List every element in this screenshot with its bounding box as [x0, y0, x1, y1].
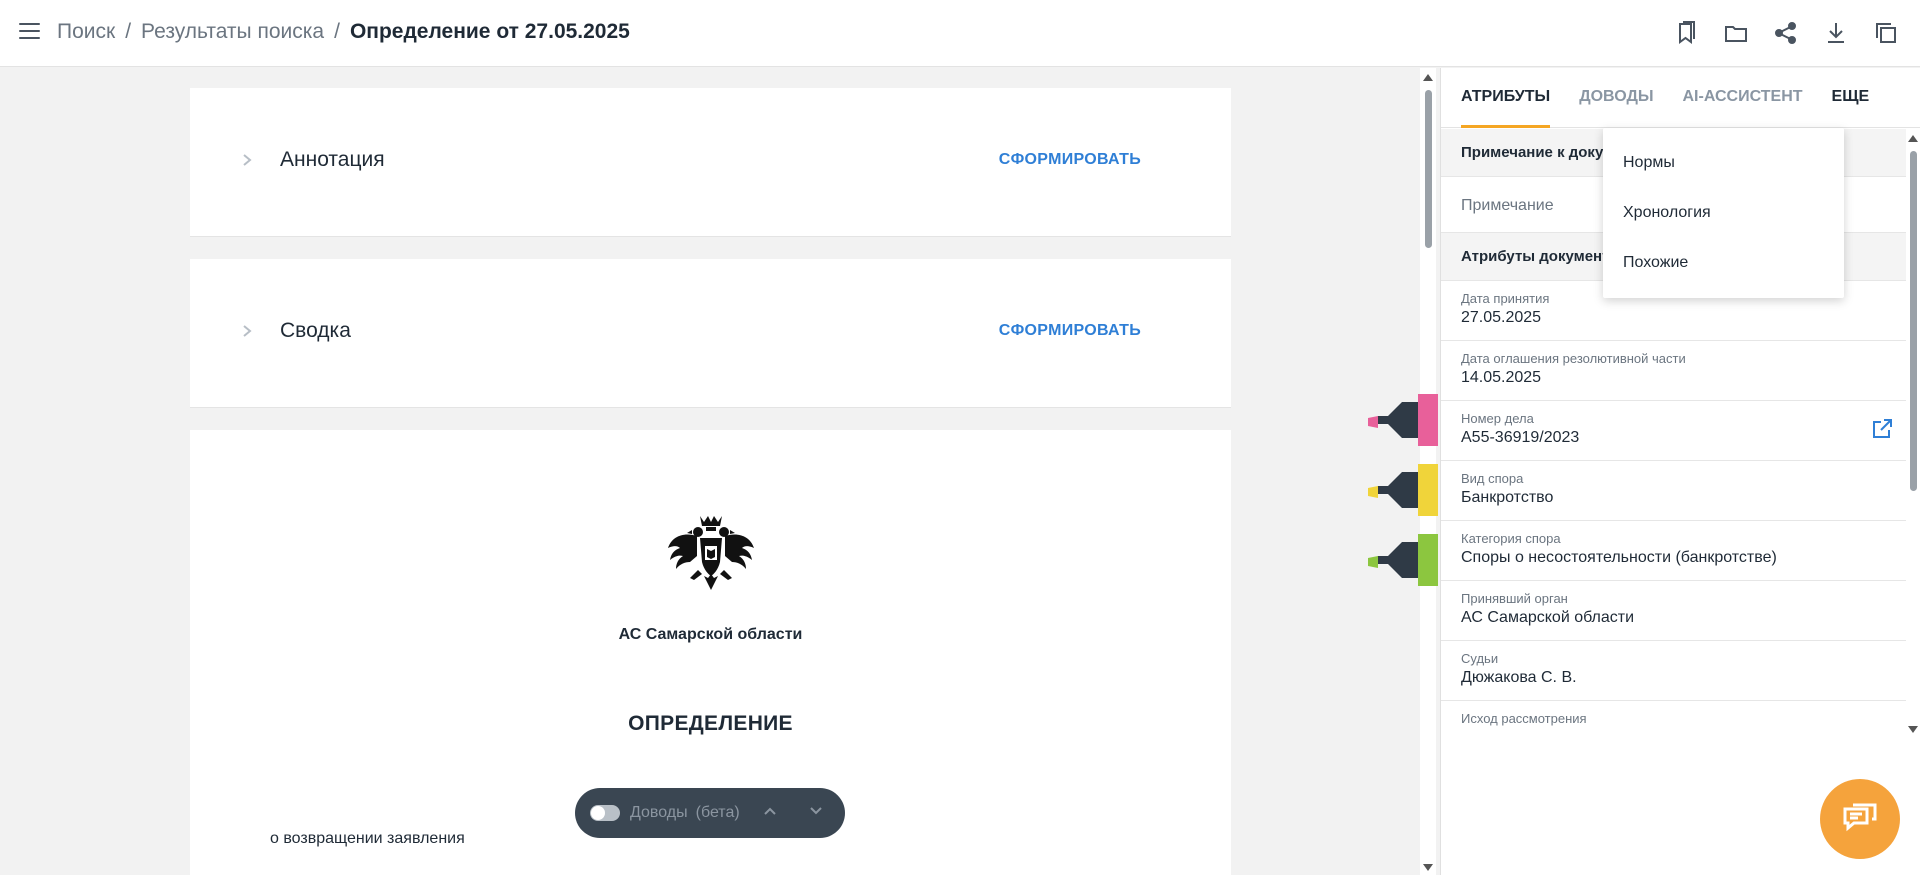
attribute-value: 14.05.2025	[1461, 369, 1542, 386]
arguments-toolbar: Доводы (бета)	[575, 788, 845, 838]
attribute-value: АС Самарской области	[1461, 609, 1635, 626]
breadcrumb-current: Определение от 27.05.2025	[349, 20, 630, 43]
generate-summary-button[interactable]: СФОРМИРОВАТЬ	[999, 322, 1141, 340]
scrollbar-thumb[interactable]	[1425, 90, 1432, 248]
menu-item-chronology[interactable]: Хронология	[1603, 190, 1844, 240]
scroll-down-arrow-icon[interactable]	[1908, 726, 1918, 733]
scroll-up-arrow-icon[interactable]	[1423, 74, 1433, 81]
breadcrumb-search[interactable]: Поиск	[57, 20, 115, 44]
attribute-row-dispute-category: Категория спора Споры о несостоятельност…	[1441, 521, 1906, 581]
attribute-label: Вид спора	[1461, 471, 1524, 486]
chevron-right-icon[interactable]	[240, 324, 254, 338]
generate-annotation-button[interactable]: СФОРМИРОВАТЬ	[999, 151, 1141, 169]
breadcrumb-separator: /	[334, 20, 340, 43]
download-icon[interactable]	[1822, 19, 1850, 47]
chevron-right-icon[interactable]	[240, 153, 254, 167]
summary-title[interactable]: Сводка	[280, 319, 999, 343]
top-bar: Поиск / Результаты поиска / Определение …	[0, 0, 1920, 67]
yellow-highlighter-icon[interactable]	[1366, 462, 1438, 518]
attribute-row-announcement-date: Дата оглашения резолютивной части 14.05.…	[1441, 341, 1906, 401]
menu-item-similar[interactable]: Похожие	[1603, 240, 1844, 290]
more-dropdown-menu: Нормы Хронология Похожие	[1603, 128, 1844, 298]
attribute-row-case-number: Номер дела А55-36919/2023	[1441, 401, 1906, 461]
copy-icon[interactable]	[1872, 19, 1900, 47]
header-actions	[1672, 19, 1900, 47]
attribute-label: Дата оглашения резолютивной части	[1461, 351, 1686, 366]
document-area: Аннотация СФОРМИРОВАТЬ Сводка СФОРМИРОВА…	[0, 68, 1420, 875]
chevron-up-icon[interactable]	[762, 803, 782, 823]
attribute-label: Исход рассмотрения	[1461, 711, 1587, 726]
court-name: АС Самарской области	[618, 626, 803, 643]
hamburger-menu-icon[interactable]	[19, 23, 40, 41]
tab-ai-assistant[interactable]: AI-АССИСТЕНТ	[1683, 68, 1803, 128]
coat-of-arms-emblem	[668, 516, 754, 590]
summary-card: Сводка СФОРМИРОВАТЬ	[190, 259, 1231, 408]
attribute-row-judges: Судьи Дюжакова С. В.	[1441, 641, 1906, 701]
tab-more[interactable]: ЕЩЕ	[1832, 68, 1870, 128]
menu-item-norms[interactable]: Нормы	[1603, 140, 1844, 190]
breadcrumb-results[interactable]: Результаты поиска	[141, 20, 324, 44]
scroll-up-arrow-icon[interactable]	[1908, 135, 1918, 142]
attribute-label: Принявший орган	[1461, 591, 1568, 606]
folder-icon[interactable]	[1722, 19, 1750, 47]
chat-button[interactable]	[1820, 779, 1900, 859]
tab-attributes[interactable]: АТРИБУТЫ	[1461, 68, 1551, 128]
panel-scrollbar[interactable]	[1905, 129, 1920, 737]
document-subject: о возвращении заявления	[270, 830, 465, 847]
attribute-row-issuing-body: Принявший орган АС Самарской области	[1441, 581, 1906, 641]
arguments-toggle[interactable]	[590, 805, 620, 821]
panel-tabs: АТРИБУТЫ ДОВОДЫ AI-АССИСТЕНТ ЕЩЕ	[1441, 68, 1920, 128]
attribute-value: Споры о несостоятельности (банкротстве)	[1461, 549, 1777, 566]
chat-icon	[1843, 803, 1877, 832]
share-icon[interactable]	[1772, 19, 1800, 47]
breadcrumb: Поиск / Результаты поиска / Определение …	[57, 20, 630, 44]
annotation-card: Аннотация СФОРМИРОВАТЬ	[190, 88, 1231, 237]
annotation-title[interactable]: Аннотация	[280, 148, 999, 172]
pink-highlighter-icon[interactable]	[1366, 392, 1438, 448]
attribute-value: 27.05.2025	[1461, 309, 1542, 326]
arguments-label: Доводы	[630, 804, 688, 821]
external-link-icon[interactable]	[1870, 417, 1896, 443]
attribute-row-outcome: Исход рассмотрения	[1441, 701, 1906, 737]
document-type: ОПРЕДЕЛЕНИЕ	[628, 712, 793, 735]
attribute-row-dispute-type: Вид спора Банкротство	[1441, 461, 1906, 521]
attribute-label: Категория спора	[1461, 531, 1561, 546]
tab-arguments[interactable]: ДОВОДЫ	[1579, 68, 1653, 128]
chevron-down-icon[interactable]	[808, 803, 828, 823]
scroll-down-arrow-icon[interactable]	[1423, 864, 1433, 871]
scrollbar-thumb[interactable]	[1910, 151, 1917, 491]
attribute-label: Номер дела	[1461, 411, 1534, 426]
green-highlighter-icon[interactable]	[1366, 532, 1438, 588]
attribute-value: Банкротство	[1461, 489, 1554, 506]
attribute-label: Судьи	[1461, 651, 1499, 666]
attribute-value: Дюжакова С. В.	[1461, 669, 1577, 686]
attribute-value: А55-36919/2023	[1461, 429, 1580, 446]
highlighter-markers	[1366, 392, 1438, 587]
bookmark-icon[interactable]	[1672, 19, 1700, 47]
breadcrumb-separator: /	[125, 20, 132, 43]
beta-label: (бета)	[695, 804, 740, 821]
